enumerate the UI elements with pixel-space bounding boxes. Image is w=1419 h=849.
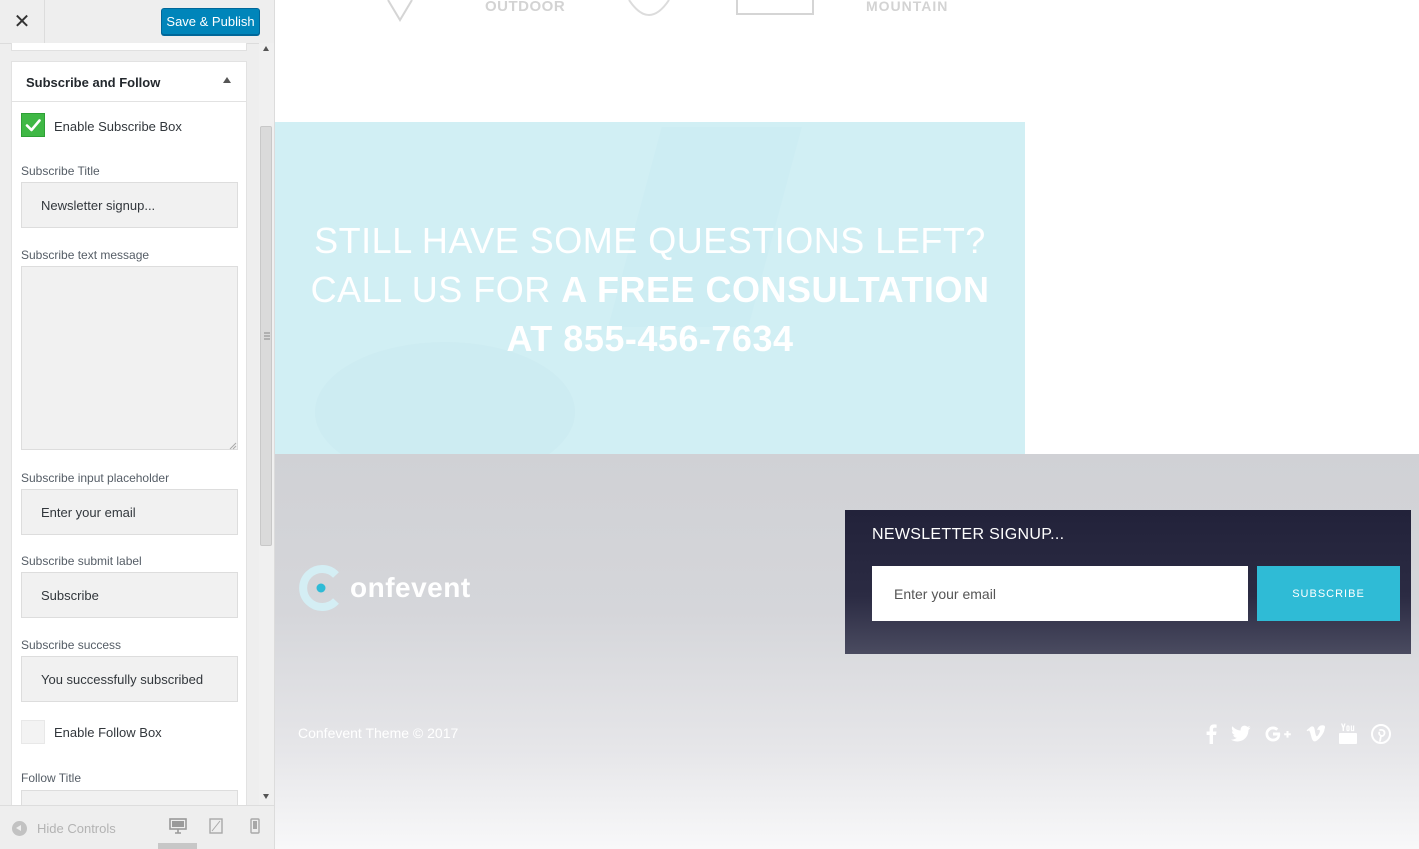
site-footer: onfevent NEWSLETTER SIGNUP... Enter your… [275, 454, 1419, 849]
scroll-down-arrow-icon[interactable] [263, 794, 269, 799]
section-header[interactable]: Subscribe and Follow [12, 62, 246, 102]
brand-logo-mountain: MOUNTAIN [866, 0, 949, 14]
social-links [1205, 722, 1405, 746]
site-preview: OUTDOOR MOUNTAIN STILL HAVE SOME QUESTIO… [275, 0, 1419, 849]
section-title: Subscribe and Follow [26, 75, 161, 90]
pinterest-icon[interactable] [1371, 724, 1391, 744]
collapse-arrow-icon[interactable] [223, 77, 231, 83]
cta-phone-line[interactable]: AT 855-456-7634 [275, 318, 1025, 360]
facebook-icon[interactable] [1205, 724, 1217, 744]
scroll-thumb[interactable] [260, 126, 272, 546]
previous-section-edge [11, 43, 247, 51]
grip-icon [264, 332, 270, 340]
customizer-sidebar: ✕ Save & Publish Subscribe and Follow En… [0, 0, 275, 849]
cta-light-text: CALL US FOR [310, 269, 562, 310]
newsletter-title: NEWSLETTER SIGNUP... [872, 526, 1065, 543]
scroll-up-arrow-icon[interactable] [263, 46, 269, 51]
sidebar-scrollbar[interactable] [259, 43, 274, 805]
subscribe-success-label: Subscribe success [21, 638, 122, 652]
desktop-icon[interactable] [169, 818, 187, 834]
site-logo[interactable]: onfevent [298, 565, 471, 611]
close-icon: ✕ [13, 11, 31, 33]
subscribe-submit-label: Subscribe submit label [21, 554, 142, 568]
badge-logo-icon [628, 0, 670, 16]
customizer-header: ✕ Save & Publish [0, 0, 274, 44]
twitter-icon[interactable] [1231, 725, 1251, 743]
logo-text: onfevent [350, 572, 471, 603]
subscribe-follow-section: Subscribe and Follow Enable Subscribe Bo… [11, 61, 247, 805]
subscribe-submit-input[interactable]: Subscribe [21, 572, 238, 618]
enable-follow-checkbox[interactable] [21, 720, 45, 744]
newsletter-email-input[interactable]: Enter your email [872, 566, 1248, 621]
save-publish-button[interactable]: Save & Publish [161, 8, 260, 35]
hide-controls-label: Hide Controls [37, 820, 116, 836]
newsletter-box: NEWSLETTER SIGNUP... Enter your email SU… [845, 510, 1411, 654]
resize-handle-icon[interactable] [229, 442, 237, 450]
subscribe-button[interactable]: SUBSCRIBE [1257, 566, 1400, 621]
enable-subscribe-checkbox[interactable] [21, 113, 45, 137]
checkmark-icon [25, 119, 41, 132]
controls-panel: Subscribe and Follow Enable Subscribe Bo… [0, 43, 274, 805]
tablet-icon[interactable] [209, 818, 223, 834]
cta-bold-text: A FREE CONSULTATION [561, 269, 990, 310]
copyright-text: Confevent Theme © 2017 [298, 725, 459, 741]
subscribe-placeholder-label: Subscribe input placeholder [21, 471, 170, 485]
box-logo-icon [736, 0, 814, 15]
collapse-icon [12, 820, 27, 836]
logo-c-icon [299, 565, 339, 611]
hide-controls-button[interactable]: Hide Controls [12, 819, 116, 837]
cta-heading-line2: CALL US FOR A FREE CONSULTATION [275, 269, 1025, 311]
subscribe-title-label: Subscribe Title [21, 164, 100, 178]
partner-logos: OUTDOOR MOUNTAIN [275, 0, 1419, 30]
subscribe-text-textarea[interactable] [21, 266, 238, 450]
close-button[interactable]: ✕ [0, 0, 45, 43]
enable-subscribe-label: Enable Subscribe Box [54, 119, 182, 134]
customizer-footer: Hide Controls [0, 805, 274, 849]
google-plus-icon[interactable] [1265, 725, 1291, 743]
subscribe-success-input[interactable]: You successfully subscribed [21, 656, 238, 702]
active-device-indicator [158, 843, 197, 849]
enable-follow-label: Enable Follow Box [54, 725, 162, 740]
subscribe-text-label: Subscribe text message [21, 248, 150, 262]
vimeo-icon[interactable] [1305, 725, 1325, 743]
cta-heading-line1: STILL HAVE SOME QUESTIONS LEFT? [314, 220, 986, 261]
follow-title-label: Follow Title [21, 771, 82, 785]
subscribe-placeholder-input[interactable]: Enter your email [21, 489, 238, 535]
mobile-icon[interactable] [250, 818, 260, 834]
cta-banner: STILL HAVE SOME QUESTIONS LEFT? CALL US … [275, 122, 1025, 454]
subscribe-title-input[interactable]: Newsletter signup... [21, 182, 238, 228]
youtube-icon[interactable] [1339, 723, 1357, 745]
triangle-logo-icon [387, 0, 413, 22]
follow-title-input[interactable] [21, 790, 238, 805]
brand-logo-outdoor: OUTDOOR [485, 0, 566, 15]
